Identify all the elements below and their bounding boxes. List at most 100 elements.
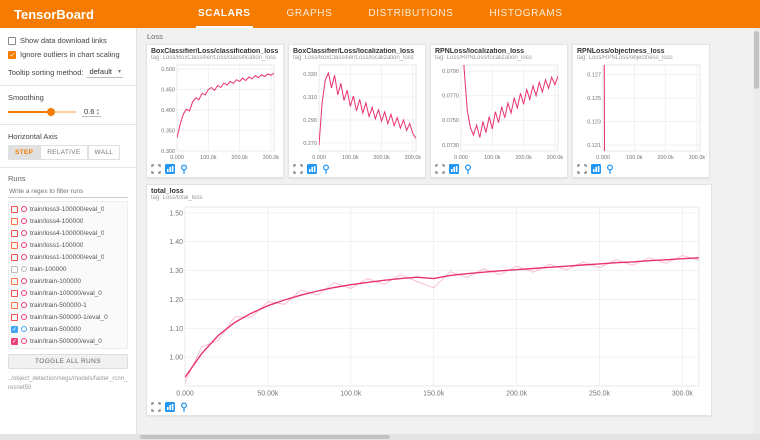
run-label: train/loss1-100000/eval_0 — [30, 254, 104, 261]
svg-text:0.0770: 0.0770 — [442, 94, 459, 100]
run-label: train/train-100000/eval_0 — [30, 290, 102, 297]
svg-text:200.0k: 200.0k — [373, 155, 390, 161]
run-checkbox[interactable] — [11, 206, 18, 213]
chart-title: BoxClassifier/Loss/localization_loss — [293, 48, 421, 55]
svg-text:0.400: 0.400 — [161, 108, 175, 114]
tab-distributions[interactable]: DISTRIBUTIONS — [366, 0, 455, 28]
fit-domain-icon[interactable] — [165, 402, 175, 412]
run-item[interactable]: train/loss4-100000/eval_0 — [11, 227, 125, 239]
fit-domain-icon[interactable] — [165, 164, 175, 174]
small-charts-row: BoxClassifier/Loss/classification_loss t… — [146, 44, 750, 178]
expand-icon[interactable] — [151, 402, 161, 412]
run-checkbox[interactable] — [11, 302, 18, 309]
tab-scalars[interactable]: SCALARS — [196, 0, 253, 28]
pin-icon[interactable] — [605, 164, 615, 174]
runs-filter-input[interactable] — [8, 186, 128, 198]
tab-bar: SCALARS GRAPHS DISTRIBUTIONS HISTOGRAMS — [196, 0, 596, 28]
run-item[interactable]: train/loss1-100000 — [11, 239, 125, 251]
tab-graphs[interactable]: GRAPHS — [285, 0, 335, 28]
scalar-chart-card: RPNLoss/localization_loss tag: Loss/RPNL… — [430, 44, 568, 178]
expand-icon[interactable] — [151, 164, 161, 174]
show-download-links-row[interactable]: Show data download links — [8, 36, 128, 45]
run-color-swatch — [21, 338, 27, 344]
run-checkbox[interactable]: ✓ — [11, 338, 18, 345]
svg-text:1.50: 1.50 — [169, 210, 183, 217]
run-item[interactable]: ✓train/train-500000 — [11, 323, 125, 335]
run-checkbox[interactable] — [11, 218, 18, 225]
vertical-scrollbar[interactable] — [753, 28, 760, 440]
pin-icon[interactable] — [321, 164, 331, 174]
run-checkbox[interactable] — [11, 266, 18, 273]
smoothing-value[interactable]: 0.6 ▴▾ — [82, 107, 101, 117]
run-item[interactable]: ✓train/train-500000/eval_0 — [11, 335, 125, 347]
divider — [0, 85, 136, 86]
run-checkbox[interactable] — [11, 314, 18, 321]
run-item[interactable]: train/loss1-100000/eval_0 — [11, 251, 125, 263]
runs-list: train/loss3-100000/eval_0train/loss4-100… — [8, 201, 128, 349]
axis-step-button[interactable]: STEP — [8, 145, 40, 160]
run-item[interactable]: train/loss4-100000 — [11, 215, 125, 227]
run-checkbox[interactable] — [11, 290, 18, 297]
svg-text:100.0k: 100.0k — [626, 155, 643, 161]
svg-text:1.40: 1.40 — [169, 239, 183, 246]
run-label: train/loss1-100000 — [30, 242, 83, 249]
ignore-outliers-row[interactable]: ✓ Ignore outliers in chart scaling — [8, 50, 128, 59]
checkbox-checked-icon[interactable]: ✓ — [8, 51, 16, 59]
expand-icon[interactable] — [577, 164, 587, 174]
category-header[interactable]: Loss — [147, 32, 750, 41]
chart-plot: 0.07300.07500.07700.07900.000100.0k200.0… — [435, 62, 563, 162]
pin-icon[interactable] — [179, 164, 189, 174]
fit-domain-icon[interactable] — [591, 164, 601, 174]
scalar-chart-card: BoxClassifier/Loss/localization_loss tag… — [288, 44, 426, 178]
smoothing-label: Smoothing — [8, 93, 128, 102]
settings-sidebar: Show data download links ✓ Ignore outlie… — [0, 28, 137, 440]
run-checkbox[interactable] — [11, 242, 18, 249]
chart-plot: 1.001.101.201.301.401.500.00050.00k100.0… — [151, 202, 707, 400]
slider-thumb[interactable] — [47, 108, 55, 116]
svg-text:0.270: 0.270 — [303, 141, 317, 147]
run-color-swatch — [21, 206, 27, 212]
run-label: train/loss4-100000/eval_0 — [30, 230, 104, 237]
svg-text:0.290: 0.290 — [303, 118, 317, 124]
scrollbar-thumb[interactable] — [140, 435, 390, 439]
run-color-swatch — [21, 326, 27, 332]
run-item[interactable]: train-100000 — [11, 263, 125, 275]
run-item[interactable]: train/train-100000 — [11, 275, 125, 287]
run-item[interactable]: train/train-100000/eval_0 — [11, 287, 125, 299]
horizontal-axis-label: Horizontal Axis — [8, 132, 128, 141]
run-checkbox[interactable] — [11, 230, 18, 237]
scrollbar-thumb[interactable] — [754, 31, 759, 89]
run-item[interactable]: train/train-500000-1/eval_0 — [11, 311, 125, 323]
run-color-swatch — [21, 218, 27, 224]
total-loss-chart-card: total_loss tag: Loss/total_loss 1.001.10… — [146, 184, 712, 416]
axis-relative-button[interactable]: RELATIVE — [40, 145, 87, 160]
svg-text:0.000: 0.000 — [596, 155, 610, 161]
divider — [0, 124, 136, 125]
run-checkbox[interactable] — [11, 278, 18, 285]
expand-icon[interactable] — [293, 164, 303, 174]
svg-text:0.310: 0.310 — [303, 95, 317, 101]
smoothing-slider[interactable] — [8, 107, 76, 117]
run-item[interactable]: train/train-500000-1 — [11, 299, 125, 311]
svg-text:1.00: 1.00 — [169, 355, 183, 362]
run-checkbox[interactable]: ✓ — [11, 326, 18, 333]
pin-icon[interactable] — [179, 402, 189, 412]
tooltip-sorting-select[interactable]: default ▾ — [87, 66, 123, 78]
expand-icon[interactable] — [435, 164, 445, 174]
tab-histograms[interactable]: HISTOGRAMS — [487, 0, 564, 28]
pin-icon[interactable] — [463, 164, 473, 174]
run-checkbox[interactable] — [11, 254, 18, 261]
fit-domain-icon[interactable] — [307, 164, 317, 174]
svg-text:0.000: 0.000 — [176, 391, 194, 398]
chart-title: RPNLoss/objectness_loss — [577, 48, 705, 55]
chart-title: RPNLoss/localization_loss — [435, 48, 563, 55]
toggle-all-runs-button[interactable]: TOGGLE ALL RUNS — [8, 354, 128, 369]
checkbox-icon[interactable] — [8, 37, 16, 45]
app-header: TensorBoard SCALARS GRAPHS DISTRIBUTIONS… — [0, 0, 760, 28]
stepper-arrows-icon[interactable]: ▴▾ — [96, 108, 98, 115]
fit-domain-icon[interactable] — [449, 164, 459, 174]
run-label: train-100000 — [30, 266, 67, 273]
run-item[interactable]: train/loss3-100000/eval_0 — [11, 203, 125, 215]
axis-wall-button[interactable]: WALL — [88, 145, 121, 160]
horizontal-scrollbar[interactable] — [0, 434, 760, 440]
